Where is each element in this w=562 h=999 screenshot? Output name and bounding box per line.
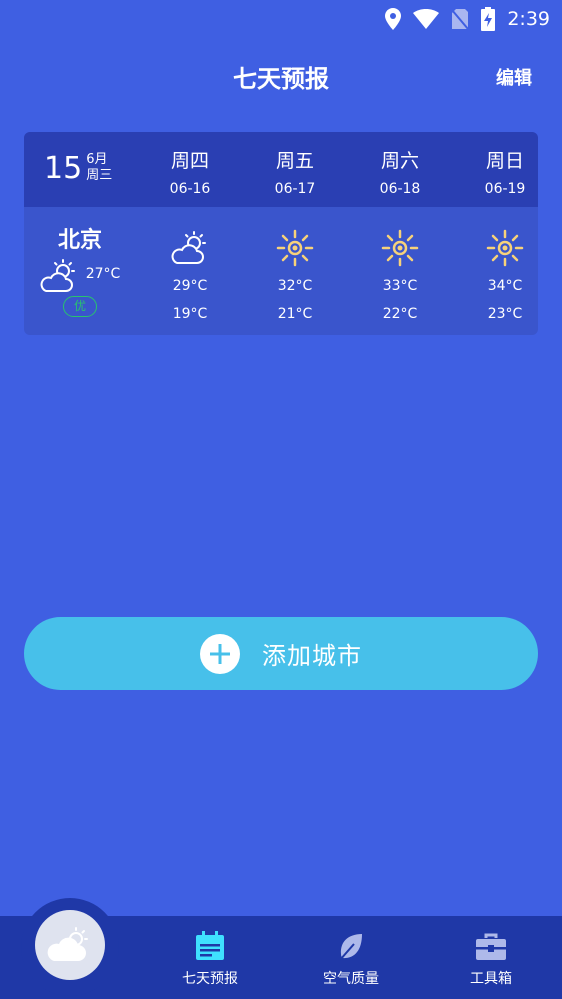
add-city-button[interactable]: 添加城市	[24, 617, 538, 690]
current-city-block: 北京 27°C 优	[24, 222, 136, 317]
no-sim-icon	[451, 9, 470, 30]
partly-cloudy-icon	[40, 259, 75, 292]
battery-charging-icon	[481, 7, 496, 31]
city-name: 北京	[57, 228, 102, 253]
partly-cloudy-icon	[171, 231, 206, 264]
high-temp: 33°C	[382, 278, 418, 294]
current-temp: 27°C	[85, 266, 121, 282]
toolbox-icon	[476, 933, 506, 960]
day-date: 06-16	[169, 181, 211, 197]
header: 七天预报 编辑	[0, 55, 562, 100]
day-name: 周四	[170, 150, 209, 172]
day-date: 06-18	[379, 181, 421, 197]
day-name: 周五	[275, 150, 314, 172]
today-weekday: 周三	[86, 168, 113, 183]
add-city-label: 添加城市	[262, 642, 362, 670]
high-temp: 32°C	[277, 278, 313, 294]
leaf-icon	[339, 934, 362, 961]
forecast-day-cell: 29°C 19°C	[142, 228, 238, 322]
high-temp: 29°C	[172, 278, 208, 294]
today-month: 6月	[86, 152, 108, 167]
wifi-icon	[413, 9, 440, 29]
low-temp: 21°C	[277, 306, 313, 322]
sunny-icon	[276, 229, 314, 267]
today-day-number: 15	[44, 151, 83, 186]
sunny-icon	[486, 229, 524, 267]
forecast-day-cell: 33°C 22°C	[352, 228, 448, 322]
weather-home-button[interactable]	[35, 910, 105, 980]
high-temp: 34°C	[487, 278, 523, 294]
tab-toolbox[interactable]: 工具箱	[446, 928, 536, 988]
forecast-day-cell: 34°C 23°C	[457, 228, 553, 322]
forecast-day-header: 周五 06-17	[247, 132, 343, 197]
tab-seven-day[interactable]: 七天预报	[165, 928, 255, 988]
forecast-day-cell: 32°C 21°C	[247, 228, 343, 322]
low-temp: 23°C	[487, 306, 523, 322]
tab-label: 七天预报	[182, 971, 238, 987]
day-name: 周六	[380, 150, 419, 172]
status-icons: 2:39	[385, 7, 550, 31]
status-time: 2:39	[507, 8, 550, 30]
day-date: 06-19	[484, 181, 526, 197]
day-date: 06-17	[274, 181, 316, 197]
edit-button[interactable]: 编辑	[496, 64, 532, 90]
tab-air-quality[interactable]: 空气质量	[306, 928, 396, 988]
card-header: 15 6月 周三 周四 06-16 周五 06-17 周六 06-18 周日 0…	[24, 132, 538, 207]
location-icon	[385, 8, 402, 30]
day-name: 周日	[485, 150, 524, 172]
calendar-icon	[196, 931, 224, 960]
page-title: 七天预报	[233, 65, 329, 93]
forecast-day-header: 周日 06-19	[457, 132, 538, 197]
sunny-icon	[381, 229, 419, 267]
forecast-day-header: 周六 06-18	[352, 132, 448, 197]
low-temp: 22°C	[382, 306, 418, 322]
tab-label: 工具箱	[470, 971, 512, 987]
today-date: 15 6月 周三	[44, 151, 113, 186]
tab-label: 空气质量	[323, 971, 379, 987]
forecast-day-header: 周四 06-16	[142, 132, 238, 197]
aqi-badge: 优	[62, 296, 97, 317]
low-temp: 19°C	[172, 306, 208, 322]
plus-icon	[200, 633, 240, 674]
partly-cloudy-icon	[47, 927, 88, 961]
status-bar: 2:39	[0, 0, 562, 40]
